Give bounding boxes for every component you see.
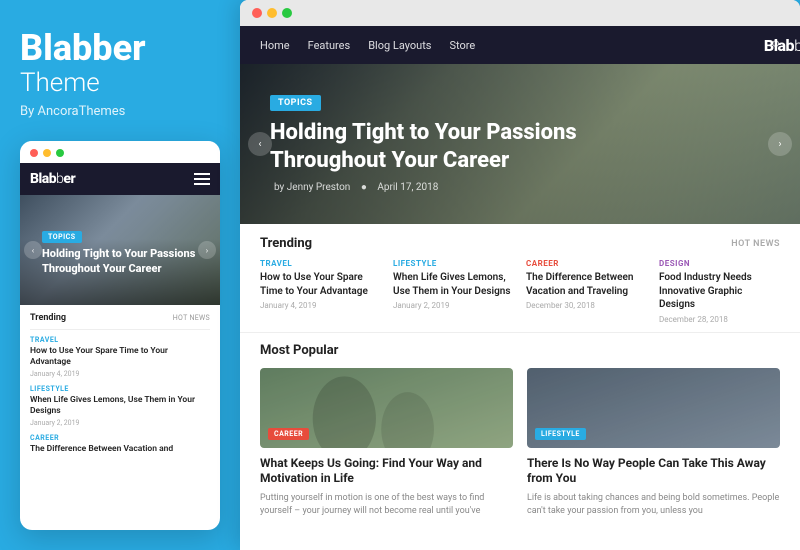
popular-card-text: Life is about taking chances and being b… bbox=[527, 492, 780, 519]
hot-news-label: HOT NEWS bbox=[731, 239, 780, 249]
mobile-hero-title: Holding Tight to Your Passions Throughou… bbox=[42, 247, 198, 276]
trending-item: CAREER The Difference Between Vacation a… bbox=[526, 259, 647, 324]
hero-date: April 17, 2018 bbox=[377, 182, 438, 193]
browser-dot-red bbox=[252, 8, 262, 18]
popular-card-title[interactable]: What Keeps Us Going: Find Your Way and M… bbox=[260, 456, 513, 487]
brand-subtitle: Theme bbox=[20, 70, 220, 96]
trending-title: Trending bbox=[260, 236, 312, 251]
hamburger-menu[interactable] bbox=[194, 173, 210, 185]
mobile-top-bar bbox=[20, 141, 220, 163]
trending-item-cat: TRAVEL bbox=[260, 259, 381, 268]
hamburger-line bbox=[194, 178, 210, 180]
mobile-article: CAREER The Difference Between Vacation a… bbox=[30, 434, 210, 455]
mobile-article-title[interactable]: How to Use Your Spare Time to Your Advan… bbox=[30, 346, 210, 368]
popular-card-image[interactable]: CAREER bbox=[260, 368, 513, 448]
mobile-nav: Blabber bbox=[20, 163, 220, 195]
popular-card-text: Putting yourself in motion is one of the… bbox=[260, 492, 513, 519]
mobile-article-title[interactable]: The Difference Between Vacation and bbox=[30, 444, 210, 455]
dot-yellow bbox=[43, 149, 51, 157]
trending-item-cat: DESIGN bbox=[659, 259, 780, 268]
mobile-trending-label: Trending bbox=[30, 313, 66, 323]
nav-features[interactable]: Features bbox=[308, 39, 351, 52]
trending-grid: TRAVEL How to Use Your Spare Time to You… bbox=[260, 259, 780, 324]
brand-name: Blabber bbox=[20, 30, 220, 66]
popular-title: Most Popular bbox=[260, 343, 780, 358]
popular-card: CAREER What Keeps Us Going: Find Your Wa… bbox=[260, 368, 513, 519]
trending-item-date: December 28, 2018 bbox=[659, 315, 780, 324]
hero-next-arrow[interactable]: › bbox=[768, 132, 792, 156]
trending-item-title[interactable]: How to Use Your Spare Time to Your Advan… bbox=[260, 271, 381, 298]
left-panel: Blabber Theme By AncoraThemes Blabber ‹ … bbox=[0, 0, 240, 550]
trending-item: TRAVEL How to Use Your Spare Time to You… bbox=[260, 259, 381, 324]
trending-item-title[interactable]: Food Industry Needs Innovative Graphic D… bbox=[659, 271, 780, 312]
nav-home[interactable]: Home bbox=[260, 39, 290, 52]
mobile-hot-news-label: HOT NEWS bbox=[173, 314, 210, 322]
mobile-article-cat: LIFESTYLE bbox=[30, 385, 210, 393]
mobile-logo: Blabber bbox=[30, 171, 75, 187]
hamburger-line bbox=[194, 183, 210, 185]
browser-dot-yellow bbox=[267, 8, 277, 18]
trending-header: Trending HOT NEWS bbox=[260, 236, 780, 251]
mobile-article: LIFESTYLE When Life Gives Lemons, Use Th… bbox=[30, 385, 210, 427]
nav-blog-layouts[interactable]: Blog Layouts bbox=[368, 39, 431, 52]
desktop-logo: Blabber bbox=[764, 36, 800, 55]
desktop-topic-badge: TOPICS bbox=[270, 95, 321, 111]
hero-prev-arrow[interactable]: ‹ bbox=[248, 132, 272, 156]
nav-store[interactable]: Store bbox=[449, 39, 475, 52]
trending-item-cat: CAREER bbox=[526, 259, 647, 268]
desktop-nav: Home Features Blabber Blog Layouts Store… bbox=[240, 26, 800, 64]
dot-green bbox=[56, 149, 64, 157]
mobile-mockup: Blabber ‹ TOPICS Holding Tight to Your P… bbox=[20, 141, 220, 530]
trending-item-title[interactable]: The Difference Between Vacation and Trav… bbox=[526, 271, 647, 298]
trending-item-date: January 2, 2019 bbox=[393, 301, 514, 310]
mobile-article: TRAVEL How to Use Your Spare Time to You… bbox=[30, 336, 210, 378]
hamburger-line bbox=[194, 173, 210, 175]
trending-item-date: January 4, 2019 bbox=[260, 301, 381, 310]
mobile-article-cat: CAREER bbox=[30, 434, 210, 442]
popular-card: LIFESTYLE There Is No Way People Can Tak… bbox=[527, 368, 780, 519]
trending-item-title[interactable]: When Life Gives Lemons, Use Them in Your… bbox=[393, 271, 514, 298]
trending-section: Trending HOT NEWS TRAVEL How to Use Your… bbox=[240, 224, 800, 333]
mobile-trending-row: Trending HOT NEWS bbox=[30, 313, 210, 323]
desktop-nav-links: Home Features Blabber Blog Layouts Store bbox=[260, 39, 771, 52]
desktop-hero: ‹ TOPICS Holding Tight to Your Passions … bbox=[240, 64, 800, 224]
mobile-article-cat: TRAVEL bbox=[30, 336, 210, 344]
trending-item-date: December 30, 2018 bbox=[526, 301, 647, 310]
mobile-hero: ‹ TOPICS Holding Tight to Your Passions … bbox=[20, 195, 220, 305]
trending-item: LIFESTYLE When Life Gives Lemons, Use Th… bbox=[393, 259, 514, 324]
popular-section: Most Popular bbox=[240, 333, 800, 529]
popular-card-title[interactable]: There Is No Way People Can Take This Awa… bbox=[527, 456, 780, 487]
mobile-divider bbox=[30, 329, 210, 330]
browser-bar bbox=[240, 0, 800, 26]
trending-item-cat: LIFESTYLE bbox=[393, 259, 514, 268]
trending-item: DESIGN Food Industry Needs Innovative Gr… bbox=[659, 259, 780, 324]
mobile-hero-content: TOPICS Holding Tight to Your Passions Th… bbox=[20, 216, 220, 284]
mobile-prev-arrow[interactable]: ‹ bbox=[24, 241, 42, 259]
mobile-article-date: January 2, 2019 bbox=[30, 419, 210, 427]
desktop-content: Trending HOT NEWS TRAVEL How to Use Your… bbox=[240, 224, 800, 550]
mobile-next-arrow[interactable]: › bbox=[198, 241, 216, 259]
mobile-content: Trending HOT NEWS TRAVEL How to Use Your… bbox=[20, 305, 220, 470]
desktop-hero-meta: by Jenny Preston ● April 17, 2018 bbox=[270, 182, 770, 193]
mobile-article-title[interactable]: When Life Gives Lemons, Use Them in Your… bbox=[30, 395, 210, 417]
right-panel: Home Features Blabber Blog Layouts Store… bbox=[240, 0, 800, 550]
desktop-hero-content: TOPICS Holding Tight to Your Passions Th… bbox=[240, 64, 800, 224]
brand-by: By AncoraThemes bbox=[20, 104, 220, 119]
popular-grid: CAREER What Keeps Us Going: Find Your Wa… bbox=[260, 368, 780, 519]
mobile-article-date: January 4, 2019 bbox=[30, 370, 210, 378]
desktop-hero-title: Holding Tight to Your Passions Throughou… bbox=[270, 119, 630, 174]
card-badge: LIFESTYLE bbox=[535, 428, 586, 440]
browser-dot-green bbox=[282, 8, 292, 18]
hero-author: by Jenny Preston bbox=[274, 182, 350, 193]
dot-red bbox=[30, 149, 38, 157]
popular-card-image[interactable]: LIFESTYLE bbox=[527, 368, 780, 448]
mobile-topic-badge: TOPICS bbox=[42, 231, 82, 243]
card-badge: CAREER bbox=[268, 428, 309, 440]
